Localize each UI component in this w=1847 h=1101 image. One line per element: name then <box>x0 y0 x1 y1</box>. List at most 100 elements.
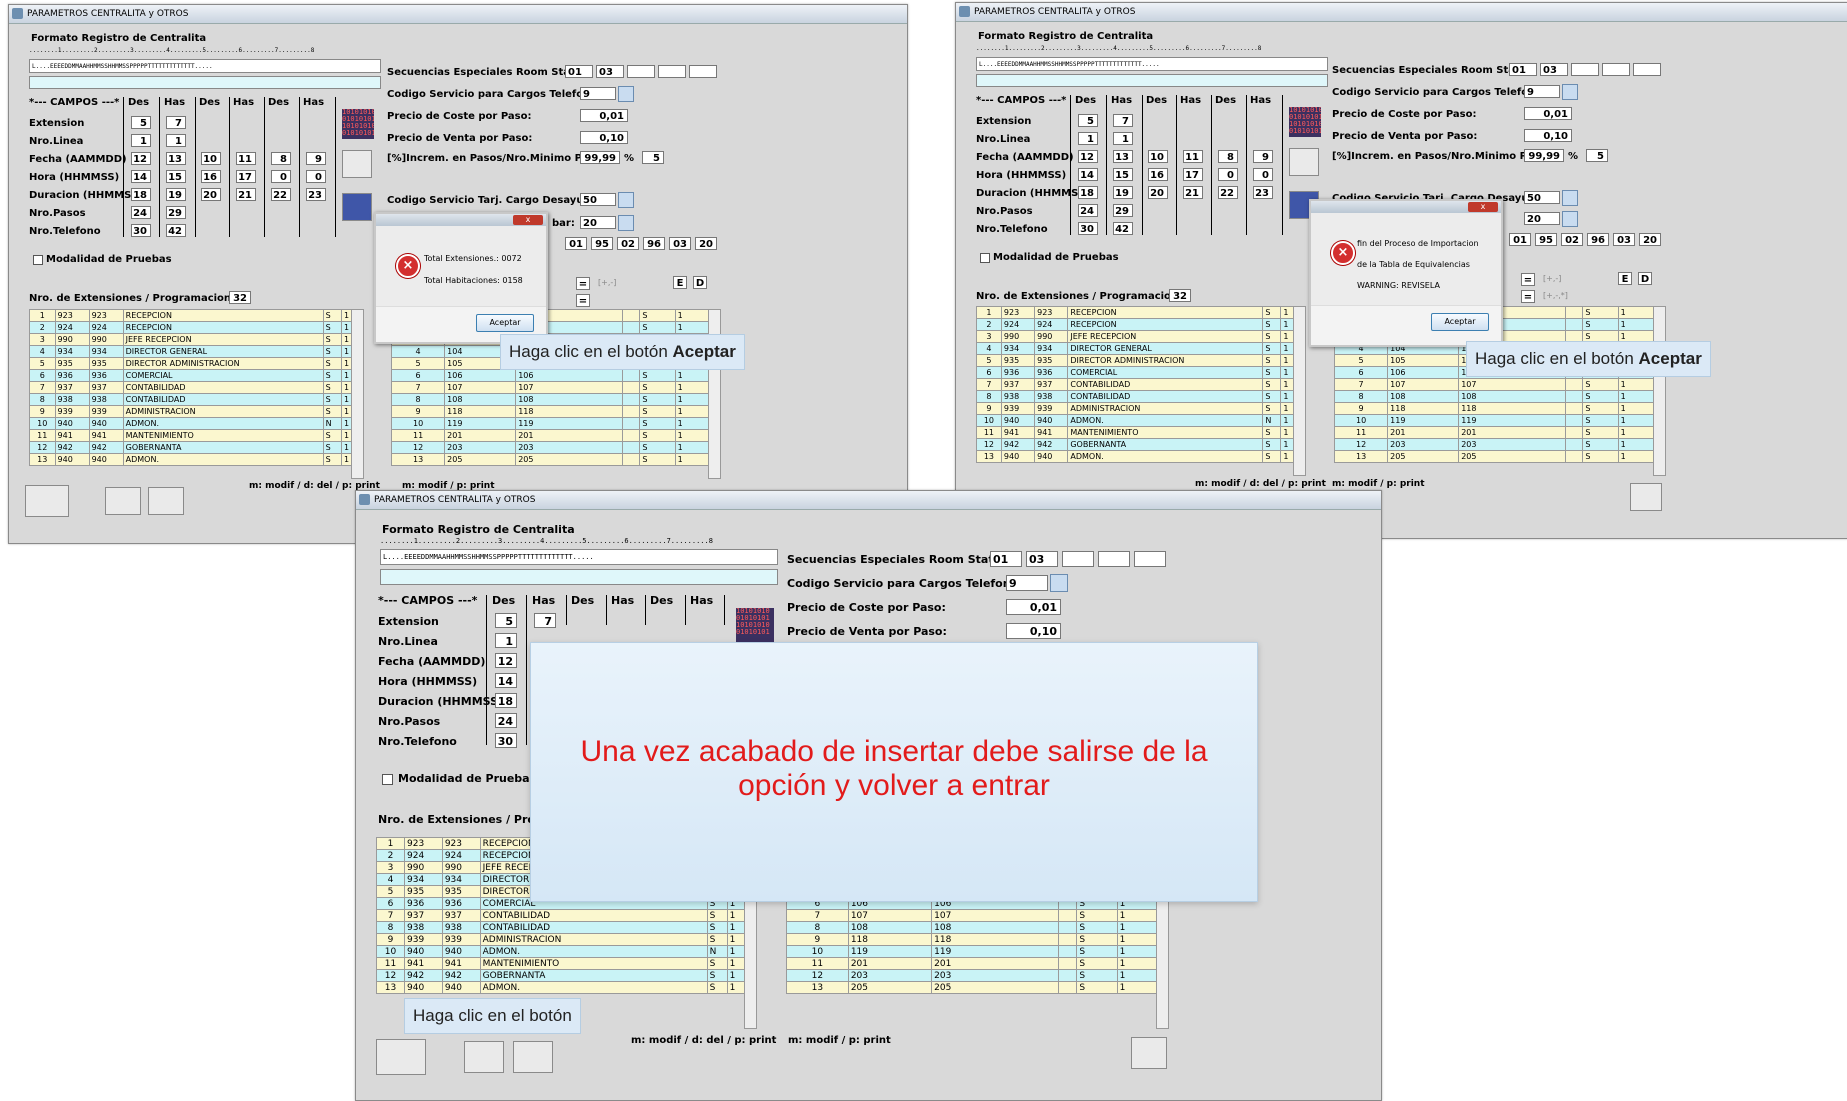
table-row[interactable]: 1923923RECEPCIONS1 <box>976 306 1298 319</box>
floppy-icon[interactable] <box>342 193 372 221</box>
format-field-2[interactable] <box>380 569 778 585</box>
table-row[interactable]: 13 940 940 ADMON. S 1 <box>29 453 359 466</box>
table-row[interactable]: 13 205 205 S 1 <box>390 453 712 466</box>
eq1-box[interactable]: = <box>1521 273 1535 286</box>
table-row[interactable]: 11 941 941 MANTENIMIENTO S 1 <box>375 957 747 970</box>
field-value[interactable]: 7 <box>534 613 556 628</box>
accept-button[interactable]: Aceptar <box>1431 313 1489 331</box>
field-value[interactable]: 5 <box>495 613 517 628</box>
table-row[interactable]: 2924924RECEPCIONS1 <box>976 318 1298 331</box>
field-value[interactable]: 0 <box>271 170 291 183</box>
seq2-value[interactable]: 03 <box>669 237 691 250</box>
modalidad-checkbox[interactable] <box>980 253 990 263</box>
desayuno-value[interactable]: 50 <box>1524 191 1560 204</box>
secuencias-value[interactable] <box>689 65 717 78</box>
d-button[interactable]: D <box>1638 272 1652 285</box>
secuencias-value[interactable]: 01 <box>990 551 1022 567</box>
field-value[interactable]: 11 <box>1183 150 1203 163</box>
seq2-value[interactable]: 20 <box>695 237 717 250</box>
field-value[interactable]: 29 <box>166 206 186 219</box>
seq2-value[interactable]: 03 <box>1613 233 1635 246</box>
field-value[interactable]: 12 <box>495 653 517 668</box>
modalidad-checkbox[interactable] <box>33 255 43 265</box>
table-row[interactable]: 11 201 201 S 1 <box>390 429 712 442</box>
scanner-icon[interactable] <box>1630 483 1662 511</box>
bar-value[interactable]: 20 <box>580 216 616 229</box>
phone-icon[interactable] <box>25 485 69 517</box>
field-value[interactable]: 1 <box>131 134 151 147</box>
table-row[interactable]: 3990990JEFE RECEPCIONS1 <box>29 333 359 346</box>
table-row[interactable]: 9 118 118 S 1 <box>786 933 1159 946</box>
secuencias-value[interactable] <box>1134 551 1166 567</box>
venta-value[interactable]: 0,10 <box>1006 623 1061 639</box>
search-icon[interactable] <box>618 215 634 231</box>
venta-value[interactable]: 0,10 <box>1524 129 1572 142</box>
scanner-icon[interactable] <box>1131 1037 1167 1069</box>
table-row[interactable]: 11 941 941 MANTENIMIENTO S 1 <box>976 426 1298 439</box>
table-row[interactable]: 10 940 940 ADMON. N 1 <box>976 414 1298 427</box>
seq2-value[interactable]: 95 <box>1535 233 1557 246</box>
format-field[interactable]: L....EEEEDDMMAAHHMMSSHHMMSSPPPPPTTTTTTTT… <box>380 549 778 565</box>
search-icon[interactable] <box>1562 84 1578 100</box>
field-value[interactable]: 9 <box>306 152 326 165</box>
field-value[interactable]: 1 <box>1078 132 1098 145</box>
table-row[interactable]: 13 205 205 S 1 <box>1333 450 1655 463</box>
secuencias-value[interactable] <box>627 65 655 78</box>
field-value[interactable]: 42 <box>1113 222 1133 235</box>
table-row[interactable]: 7 937 937 CONTABILIDAD S 1 <box>29 381 359 394</box>
field-value[interactable]: 19 <box>1113 186 1133 199</box>
table-row[interactable]: 7 107 107 S 1 <box>390 381 712 394</box>
table-row[interactable]: 12 942 942 GOBERNANTA S 1 <box>29 441 359 454</box>
secuencias-value[interactable] <box>1062 551 1094 567</box>
field-value[interactable]: 1 <box>1113 132 1133 145</box>
refresh-icon[interactable] <box>464 1041 504 1073</box>
table-row[interactable]: 6106106S1 <box>390 369 712 382</box>
secuencias-value[interactable] <box>1098 551 1130 567</box>
field-value[interactable]: 1 <box>495 633 517 648</box>
table-row[interactable]: 11 201 201 S 1 <box>1333 426 1655 439</box>
table-row[interactable]: 13 205 205 S 1 <box>786 981 1159 994</box>
seq2-value[interactable]: 02 <box>1561 233 1583 246</box>
field-value[interactable]: 12 <box>131 152 151 165</box>
secuencias-value[interactable]: 03 <box>596 65 624 78</box>
binary-icon[interactable]: 10101010 01010101 10101010 01010101 <box>1289 107 1321 137</box>
secuencias-value[interactable] <box>1602 63 1630 76</box>
table-row[interactable]: 12 942 942 GOBERNANTA S 1 <box>976 438 1298 451</box>
seq2-value[interactable]: 96 <box>643 237 665 250</box>
field-value[interactable]: 14 <box>1078 168 1098 181</box>
table-row[interactable]: 13 940 940 ADMON. S 1 <box>976 450 1298 463</box>
field-value[interactable]: 0 <box>1253 168 1273 181</box>
modalidad-checkbox[interactable] <box>382 774 393 785</box>
field-value[interactable]: 9 <box>1253 150 1273 163</box>
table-row[interactable]: 7 937 937 CONTABILIDAD S 1 <box>375 909 747 922</box>
secuencias-value[interactable]: 03 <box>1540 63 1568 76</box>
field-value[interactable]: 7 <box>1113 114 1133 127</box>
scrollbar[interactable] <box>1653 306 1666 476</box>
field-value[interactable]: 8 <box>1218 150 1238 163</box>
eq2-box[interactable]: = <box>1521 290 1535 303</box>
field-value[interactable]: 18 <box>495 693 517 708</box>
scrollbar[interactable] <box>1293 306 1306 476</box>
secuencias-value[interactable] <box>658 65 686 78</box>
seq2-value[interactable]: 01 <box>1509 233 1531 246</box>
search-icon[interactable] <box>618 86 634 102</box>
field-value[interactable]: 14 <box>131 170 151 183</box>
minimo-value[interactable]: 5 <box>642 151 664 164</box>
search-icon[interactable] <box>1562 211 1578 227</box>
codigo-tel-value[interactable]: 9 <box>1524 85 1560 98</box>
clipboard-icon[interactable] <box>1289 148 1319 176</box>
seq2-value[interactable]: 01 <box>565 237 587 250</box>
table-row[interactable]: 3990990JEFE RECEPCIONS1 <box>976 330 1298 343</box>
field-value[interactable]: 15 <box>166 170 186 183</box>
field-value[interactable]: 18 <box>131 188 151 201</box>
field-value[interactable]: 21 <box>1183 186 1203 199</box>
secuencias-value[interactable]: 01 <box>565 65 593 78</box>
minimo-value[interactable]: 5 <box>1586 149 1608 162</box>
table-row[interactable]: 6 936 936 COMERCIAL S 1 <box>29 369 359 382</box>
table-row[interactable]: 8 108 108 S 1 <box>786 921 1159 934</box>
secuencias-value[interactable]: 03 <box>1026 551 1058 567</box>
table-row[interactable]: 12 203 203 S 1 <box>786 969 1159 982</box>
extensions-count[interactable]: 32 <box>229 291 251 304</box>
table-row[interactable]: 12 203 203 S 1 <box>390 441 712 454</box>
field-value[interactable]: 22 <box>1218 186 1238 199</box>
